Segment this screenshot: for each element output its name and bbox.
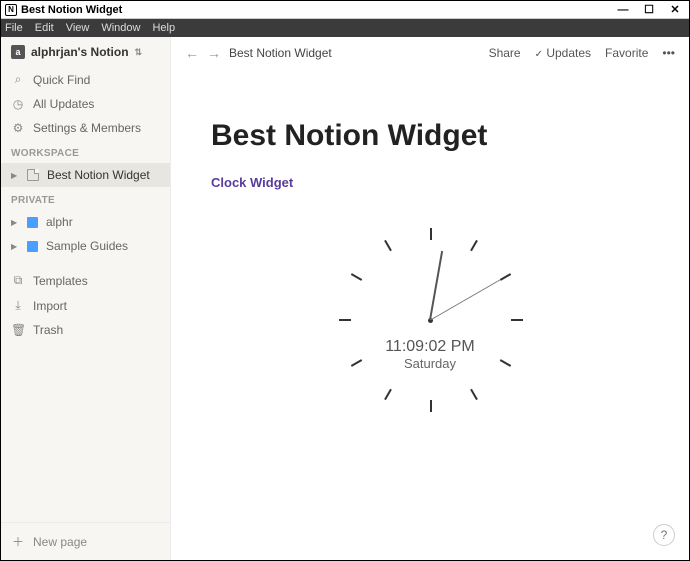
clock-tick <box>470 389 478 400</box>
nav-forward-button[interactable]: → <box>207 45 221 61</box>
clock-text: 11:09:02 PM Saturday <box>330 338 530 371</box>
sidebar-page-best-notion-widget[interactable]: ▶ Best Notion Widget <box>1 163 170 187</box>
minimize-button[interactable]: — <box>617 4 629 16</box>
clock-second-hand <box>430 280 500 321</box>
quick-find-label: Quick Find <box>33 73 90 87</box>
clock-tick <box>511 319 523 321</box>
menu-window[interactable]: Window <box>101 22 140 34</box>
clock-widget-link[interactable]: Clock Widget <box>211 175 649 190</box>
page-icon <box>27 169 39 181</box>
workspace-name: alphrjan's Notion <box>31 45 129 59</box>
clock-tick <box>384 389 392 400</box>
app-body: a alphrjan's Notion ⇅ ⌕ Quick Find ◷ All… <box>1 37 689 560</box>
section-workspace-label: WORKSPACE <box>1 140 170 163</box>
sidebar-page-sample-guides[interactable]: ▶ Sample Guides <box>1 234 170 258</box>
close-button[interactable]: ✕ <box>669 3 681 16</box>
templates-icon: ⧉ <box>11 273 25 288</box>
new-page-label: New page <box>33 535 87 549</box>
clock-tick <box>430 400 432 412</box>
sidebar-quick-find[interactable]: ⌕ Quick Find <box>1 67 170 92</box>
menu-bar: File Edit View Window Help <box>1 19 689 37</box>
page-label: Sample Guides <box>46 239 128 253</box>
all-updates-label: All Updates <box>33 97 94 111</box>
workspace-switcher[interactable]: a alphrjan's Notion ⇅ <box>1 37 170 67</box>
clock-tick <box>470 240 478 251</box>
sidebar-all-updates[interactable]: ◷ All Updates <box>1 92 170 116</box>
import-label: Import <box>33 299 67 313</box>
clock-tick <box>339 319 351 321</box>
clock-tick <box>430 228 432 240</box>
templates-label: Templates <box>33 274 88 288</box>
sidebar-templates[interactable]: ⧉ Templates <box>1 268 170 293</box>
section-private-label: PRIVATE <box>1 187 170 210</box>
sidebar-trash[interactable]: 🗑 Trash <box>1 318 170 342</box>
page-icon <box>27 241 38 252</box>
sidebar-import[interactable]: ⤓ Import <box>1 293 170 318</box>
page-label: alphr <box>46 215 73 229</box>
workspace-icon: a <box>11 45 25 59</box>
clock-tick <box>351 273 362 281</box>
maximize-button[interactable]: ☐ <box>643 3 655 16</box>
clock-widget: 11:09:02 PM Saturday <box>211 220 649 420</box>
page-content: Best Notion Widget Clock Widget 11:09:02… <box>171 69 689 560</box>
menu-view[interactable]: View <box>66 22 90 34</box>
plus-icon: ＋ <box>11 533 25 550</box>
sidebar-new-page[interactable]: ＋ New page <box>1 522 170 560</box>
settings-label: Settings & Members <box>33 121 141 135</box>
window-title: Best Notion Widget <box>21 4 617 16</box>
app-window: N Best Notion Widget — ☐ ✕ File Edit Vie… <box>0 0 690 561</box>
more-button[interactable]: ••• <box>662 46 675 60</box>
sidebar-page-alphr[interactable]: ▶ alphr <box>1 210 170 234</box>
clock-tick <box>384 240 392 251</box>
nav-back-button[interactable]: ← <box>185 45 199 61</box>
help-button[interactable]: ? <box>653 524 675 546</box>
disclosure-triangle-icon[interactable]: ▶ <box>11 171 19 180</box>
disclosure-triangle-icon[interactable]: ▶ <box>11 218 19 227</box>
menu-edit[interactable]: Edit <box>35 22 54 34</box>
trash-icon: 🗑 <box>11 323 25 337</box>
chevron-updown-icon: ⇅ <box>135 47 143 58</box>
clock-minute-hand <box>429 251 443 320</box>
breadcrumb[interactable]: Best Notion Widget <box>229 46 332 60</box>
disclosure-triangle-icon[interactable]: ▶ <box>11 242 19 251</box>
menu-help[interactable]: Help <box>152 22 175 34</box>
app-icon: N <box>5 4 17 16</box>
updates-label: Updates <box>546 46 591 60</box>
clock-time: 11:09:02 PM <box>330 338 530 356</box>
gear-icon: ⚙ <box>11 121 25 135</box>
import-icon: ⤓ <box>11 298 25 313</box>
window-controls: — ☐ ✕ <box>617 3 685 16</box>
favorite-button[interactable]: Favorite <box>605 46 648 60</box>
page-icon <box>27 217 38 228</box>
window-titlebar: N Best Notion Widget — ☐ ✕ <box>1 1 689 19</box>
updates-button[interactable]: ✓ Updates <box>535 46 591 60</box>
page-label: Best Notion Widget <box>47 168 150 182</box>
sidebar: a alphrjan's Notion ⇅ ⌕ Quick Find ◷ All… <box>1 37 171 560</box>
main-area: ← → Best Notion Widget Share ✓ Updates F… <box>171 37 689 560</box>
clock-icon: ◷ <box>11 97 25 111</box>
share-button[interactable]: Share <box>489 46 521 60</box>
clock-tick <box>500 273 511 281</box>
topbar: ← → Best Notion Widget Share ✓ Updates F… <box>171 37 689 69</box>
sidebar-settings[interactable]: ⚙ Settings & Members <box>1 116 170 140</box>
check-icon: ✓ <box>535 49 543 60</box>
search-icon: ⌕ <box>11 72 25 87</box>
trash-label: Trash <box>33 323 63 337</box>
page-title[interactable]: Best Notion Widget <box>211 119 649 153</box>
menu-file[interactable]: File <box>5 22 23 34</box>
analog-clock: 11:09:02 PM Saturday <box>330 220 530 420</box>
